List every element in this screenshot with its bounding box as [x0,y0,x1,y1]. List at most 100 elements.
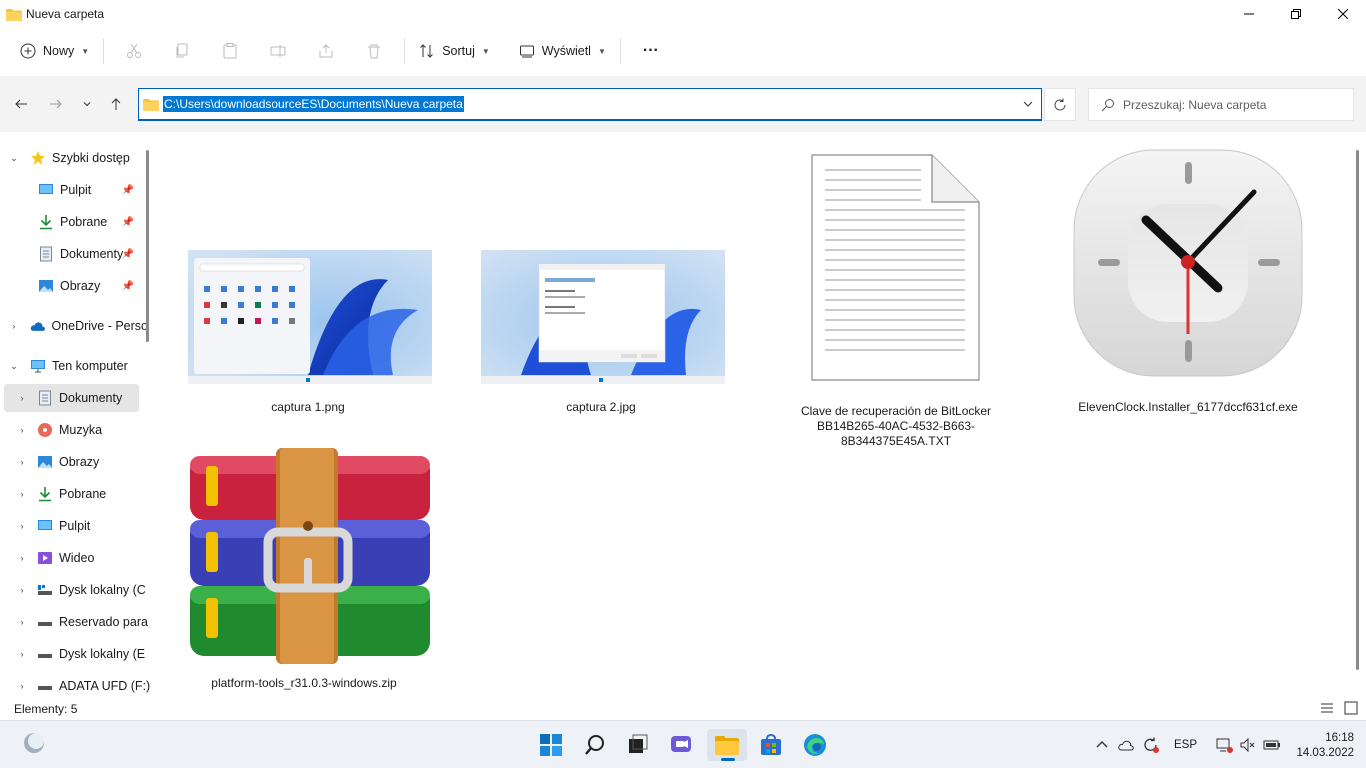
file-item[interactable]: Clave de recuperación de BitLocker BB14B… [776,154,1016,449]
onedrive-icon[interactable] [1118,737,1136,753]
chevron-right-icon[interactable]: › [16,681,28,691]
file-name: captura 1.png [271,400,345,414]
address-bar[interactable]: C:\Users\downloadsourceES\Documents\Nuev… [138,88,1042,121]
chevron-right-icon[interactable]: › [16,521,28,531]
command-bar: Nowy ▼ Sortuj ▼ Wyświetl ▼ ··· [0,30,1366,72]
chevron-up-icon[interactable] [1094,737,1110,753]
sidebar-item-label: Obrazy [59,455,100,469]
pin-icon[interactable]: 📌 [122,217,134,228]
copy-button[interactable] [158,35,206,67]
sidebar-item-pictures-pinned[interactable]: Obrazy 📌 [38,272,138,300]
chevron-down-icon[interactable]: ⌄ [8,361,20,372]
window-title: Nueva carpeta [26,7,105,21]
weather-widget[interactable] [14,727,54,759]
pin-icon[interactable]: 📌 [122,281,134,292]
sidebar-item-reserved-drive[interactable]: › Reservado para [16,608,150,636]
address-path[interactable]: C:\Users\downloadsourceES\Documents\Nuev… [163,96,464,112]
sidebar-item-videos[interactable]: › Wideo [16,544,150,572]
battery-icon[interactable] [1263,737,1281,753]
document-icon [40,246,52,262]
chevron-right-icon[interactable]: › [8,321,20,331]
sidebar-item-downloads-pinned[interactable]: Pobrane 📌 [38,208,138,236]
chat-button[interactable] [662,729,702,761]
input-language[interactable]: ESP [1174,739,1197,751]
file-name: captura 2.jpg [566,400,636,414]
forward-button[interactable] [46,94,66,114]
file-item[interactable]: ElevenClock.Installer_6177dccf631cf.exe [1068,144,1308,415]
store-icon [761,734,781,755]
sidebar-item-usb-drive[interactable]: › ADATA UFD (F:) [16,672,151,698]
sidebar-item-pictures[interactable]: › Obrazy [16,448,150,476]
search-input[interactable]: Przeszukaj: Nueva carpeta [1088,88,1354,121]
file-item[interactable]: captura 1.png [188,250,432,415]
back-button[interactable] [11,94,31,114]
content-scrollbar[interactable] [1356,150,1359,670]
cut-button[interactable] [110,35,158,67]
more-button[interactable]: ··· [627,35,675,67]
up-button[interactable] [106,94,126,114]
sidebar-item-quick-access[interactable]: ⌄ Szybki dostęp [8,144,148,172]
divider [619,38,621,64]
sync-icon[interactable] [1142,736,1160,754]
chevron-right-icon[interactable]: › [16,457,28,467]
file-item[interactable]: platform-tools_r31.0.3-windows.zip [184,446,430,691]
chevron-right-icon[interactable]: › [16,585,28,595]
rename-button[interactable] [254,35,302,67]
volume-muted-icon[interactable] [1239,737,1257,753]
sidebar-item-downloads[interactable]: › Pobrane [16,480,150,508]
recent-locations-button[interactable] [77,94,97,114]
chevron-right-icon[interactable]: › [16,649,28,659]
arrow-left-icon [15,99,27,109]
sidebar-item-drive-c[interactable]: › Dysk lokalny (C [16,576,150,604]
close-icon [1337,9,1348,19]
chevron-right-icon[interactable]: › [16,489,28,499]
details-view-icon[interactable] [1320,701,1334,715]
sidebar-item-drive-e[interactable]: › Dysk lokalny (E [16,640,150,668]
sidebar-item-label: Ten komputer [52,359,128,373]
edge-button[interactable] [795,729,835,761]
sidebar-item-desktop-pinned[interactable]: Pulpit 📌 [38,176,138,204]
chevron-right-icon[interactable]: › [16,553,28,563]
share-button[interactable] [302,35,350,67]
chevron-down-icon[interactable]: ⌄ [8,153,20,164]
network-icon[interactable] [1215,737,1234,753]
new-button[interactable]: Nowy ▼ [12,35,97,67]
view-button[interactable]: Wyświetl ▼ [511,35,614,67]
sidebar-item-onedrive[interactable]: › OneDrive - Perso [8,312,148,340]
pin-icon[interactable]: 📌 [122,249,134,260]
store-button[interactable] [751,729,791,761]
close-button[interactable] [1319,0,1366,28]
sort-label: Sortuj [442,44,475,58]
file-explorer-taskbar-button[interactable] [707,729,747,761]
file-name: ElevenClock.Installer_6177dccf631cf.exe [1078,400,1298,414]
folder-icon [715,736,739,755]
sidebar-item-desktop[interactable]: › Pulpit [16,512,150,540]
refresh-button[interactable] [1044,88,1076,121]
paste-button[interactable] [206,35,254,67]
sort-button[interactable]: Sortuj ▼ [411,35,498,67]
chevron-right-icon[interactable]: › [16,617,28,627]
sidebar-item-label: Pulpit [60,183,92,197]
tiles-view-icon[interactable] [1344,701,1358,715]
new-label: Nowy [43,44,75,58]
maximize-button[interactable] [1272,0,1319,28]
minimize-button[interactable] [1225,0,1272,28]
delete-button[interactable] [350,35,398,67]
sidebar-item-this-pc[interactable]: ⌄ Ten komputer [8,352,148,380]
start-button[interactable] [531,729,571,761]
task-view-button[interactable] [618,729,658,761]
pin-icon[interactable]: 📌 [122,185,134,196]
clock[interactable]: 16:18 14.03.2022 [1296,731,1354,761]
trash-icon [368,44,381,59]
cut-icon [127,43,142,58]
sidebar-item-documents-pinned[interactable]: Dokumenty 📌 [38,240,138,268]
clock-time: 16:18 [1325,732,1354,744]
sidebar-item-documents[interactable]: › Dokumenty [4,384,139,412]
sidebar-item-music[interactable]: › Muzyka [16,416,150,444]
chevron-right-icon[interactable]: › [16,393,28,403]
search-taskbar-button[interactable] [575,729,615,761]
file-item[interactable]: captura 2.jpg [481,250,725,415]
chevron-right-icon[interactable]: › [16,425,28,435]
chevron-down-icon[interactable] [1023,99,1033,109]
sidebar-scrollbar[interactable] [146,150,149,342]
